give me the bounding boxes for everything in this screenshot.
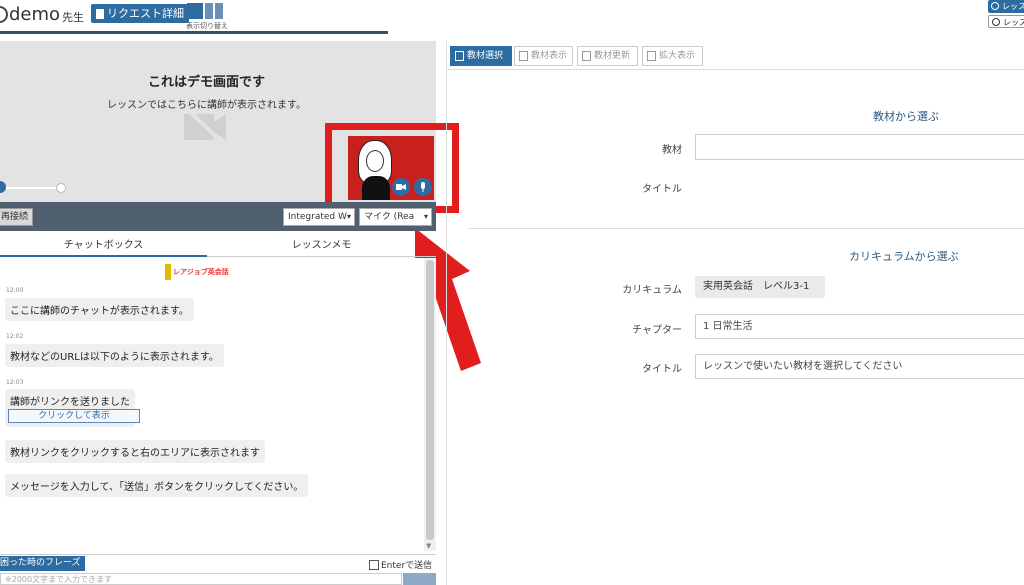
- message-time: 12:03: [6, 379, 24, 386]
- reconnect-button[interactable]: 再接続: [0, 208, 34, 226]
- layout-toggle-button[interactable]: [187, 3, 223, 19]
- app-logo-icon: [0, 6, 8, 23]
- lesson-time-button[interactable]: レッス: [988, 15, 1024, 28]
- curriculum-title-label: タイトル: [642, 364, 682, 375]
- expand-icon: [647, 51, 656, 61]
- list-icon: [455, 51, 464, 61]
- highlight-box: [325, 123, 459, 213]
- chat-log: レアジョブ英会話 12:00 ここに講師のチャットが表示されます。 12:02 …: [0, 258, 424, 551]
- school-logo: レアジョブ英会話: [165, 264, 229, 280]
- layout-toggle-label: 表示切り替え: [186, 22, 228, 30]
- microphone-select-value: マイク (Rea: [364, 212, 415, 222]
- tab-chatbox[interactable]: チャットボックス: [0, 236, 207, 257]
- enter-to-send-toggle[interactable]: Enterで送信: [369, 558, 432, 571]
- device-toolbar: 再接続 Integrated W ▾ マイク (Rea ▾: [0, 202, 436, 231]
- right-panel-divider: [446, 41, 447, 585]
- user-role: 先生: [62, 11, 84, 24]
- scroll-down-icon[interactable]: ▼: [426, 542, 431, 550]
- document-icon: [96, 8, 104, 19]
- select-material-label: 教材選択: [467, 51, 504, 61]
- chat-message: ここに講師のチャットが表示されます。: [5, 298, 194, 321]
- composer-bar: 困った時のフレーズ Enterで送信: [0, 554, 436, 572]
- lesson-time-label: レッス: [1003, 18, 1024, 27]
- curriculum-label: カリキュラム: [622, 285, 682, 296]
- lesson-screen: demo 先生 リクエスト詳細 表示切り替え レッス レッス これはデモ画面です…: [0, 0, 1024, 585]
- header-underline: [0, 31, 388, 34]
- school-logo-mark-icon: [165, 264, 171, 280]
- show-material-button[interactable]: 教材表示: [514, 46, 573, 66]
- chapter-select[interactable]: 1 日常生活: [695, 314, 1024, 339]
- status-icon: [991, 2, 999, 10]
- clock-icon: [992, 18, 1000, 26]
- app-name: demo: [9, 4, 61, 25]
- volume-slider[interactable]: [6, 187, 63, 189]
- chat-message-text: 講師がリンクを送りました: [10, 397, 130, 408]
- material-title-label: タイトル: [642, 184, 682, 195]
- refresh-icon: [582, 51, 591, 61]
- layout-pane-icon: [205, 3, 213, 19]
- chat-tabs: チャットボックス レッスンメモ: [0, 236, 436, 257]
- demo-title: これはデモ画面です: [147, 75, 265, 90]
- material-label: 教材: [662, 145, 682, 156]
- microphone-select[interactable]: マイク (Rea ▾: [359, 208, 432, 226]
- zoom-button[interactable]: 拡大表示: [642, 46, 703, 66]
- update-material-label: 教材更新: [594, 51, 631, 61]
- lesson-status-label: レッス: [1002, 2, 1024, 11]
- curriculum-title-select[interactable]: レッスンで使いたい教材を選択してください: [695, 354, 1024, 379]
- chevron-down-icon: ▾: [423, 212, 428, 221]
- material-select[interactable]: [695, 134, 1024, 160]
- lesson-status-button[interactable]: レッス: [988, 0, 1024, 13]
- message-time: 12:02: [6, 333, 24, 340]
- volume-slider-handle[interactable]: [56, 183, 66, 193]
- school-logo-text: レアジョブ英会話: [173, 268, 229, 276]
- chat-message: 教材リンクをクリックすると右のエリアに表示されます: [5, 440, 265, 463]
- camera-select[interactable]: Integrated W ▾: [283, 208, 355, 226]
- video-off-icon: [184, 106, 228, 148]
- layout-pane-icon: [215, 3, 223, 19]
- chat-scrollbar-thumb[interactable]: [426, 260, 434, 540]
- material-section-title: 教材から選ぶ: [873, 110, 939, 123]
- chat-scrollbar[interactable]: ▼: [424, 258, 436, 551]
- enter-to-send-label: Enterで送信: [381, 561, 433, 571]
- chat-message: 教材などのURLは以下のように表示されます。: [5, 344, 224, 367]
- camera-select-value: Integrated W: [288, 212, 347, 222]
- header: demo 先生 リクエスト詳細 表示切り替え レッス レッス: [0, 0, 1024, 34]
- zoom-label: 拡大表示: [659, 51, 696, 61]
- show-material-label: 教材表示: [531, 51, 568, 61]
- request-detail-label: リクエスト詳細: [107, 7, 184, 20]
- request-detail-button[interactable]: リクエスト詳細: [91, 4, 189, 23]
- enter-to-send-checkbox[interactable]: [369, 559, 379, 570]
- update-material-button[interactable]: 教材更新: [577, 46, 638, 66]
- layout-pane-icon: [187, 3, 203, 19]
- open-link-button[interactable]: クリックして表示: [8, 409, 140, 423]
- chat-message: メッセージを入力して、「送信」ボタンをクリックしてください。: [5, 474, 309, 497]
- message-input[interactable]: ※2000文字まで入力できます: [0, 573, 402, 585]
- chevron-down-icon: ▾: [346, 212, 351, 221]
- send-button[interactable]: [403, 573, 436, 585]
- message-time: 12:00: [6, 287, 24, 294]
- toolbar-divider: [447, 69, 1024, 70]
- phrases-button[interactable]: 困った時のフレーズ: [0, 556, 85, 571]
- document-icon: [519, 51, 528, 61]
- section-divider: [469, 228, 1024, 229]
- curriculum-value[interactable]: 実用英会話 レベル3-1: [695, 276, 825, 298]
- chapter-label: チャプター: [632, 325, 682, 336]
- curriculum-section-title: カリキュラムから選ぶ: [849, 250, 959, 263]
- tab-lesson-memo[interactable]: レッスンメモ: [207, 236, 436, 257]
- select-material-button[interactable]: 教材選択: [450, 46, 512, 66]
